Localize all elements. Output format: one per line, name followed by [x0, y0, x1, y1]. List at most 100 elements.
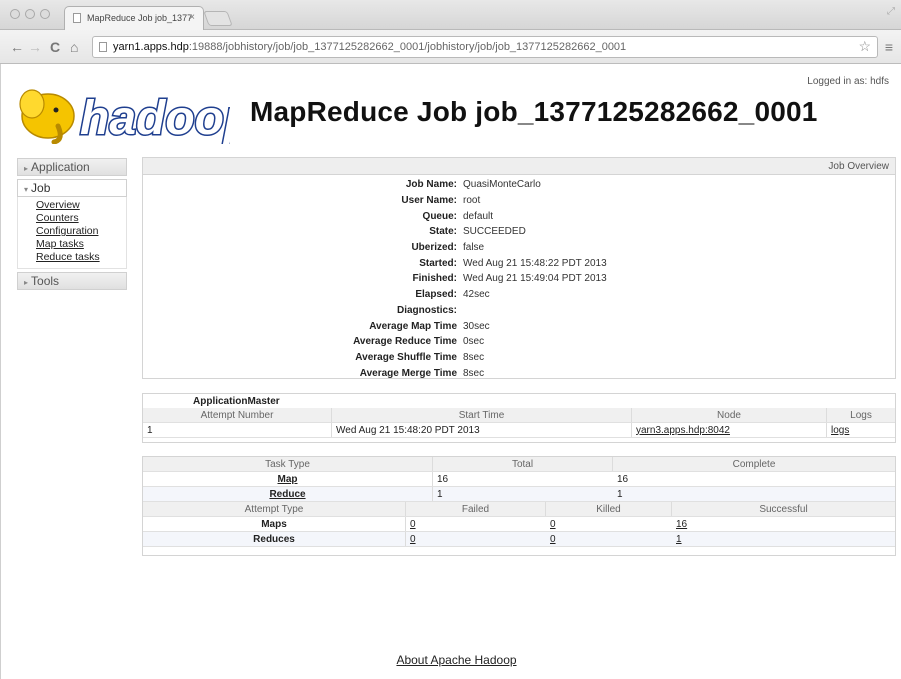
job-overview-rows: Job Name: QuasiMonteCarlo User Name: root … [143, 175, 895, 381]
zoom-window-button[interactable] [40, 9, 50, 19]
link-overview[interactable]: Overview [36, 199, 126, 212]
fullscreen-icon[interactable]: ⤢ [887, 6, 895, 17]
menu-icon[interactable]: ≡ [885, 39, 893, 55]
logs-link[interactable]: logs [831, 425, 849, 436]
link-configuration[interactable]: Configuration [36, 225, 126, 238]
logo-wordmark: hadoop [80, 92, 230, 144]
job-links: Overview Counters Configuration Map task… [17, 197, 127, 269]
home-icon[interactable]: ⌂ [70, 39, 78, 55]
close-tab-icon[interactable]: × [189, 12, 195, 23]
url-path: :19888/jobhistory/job/job_1377125282662_… [188, 41, 627, 53]
total-value: 1 [437, 488, 443, 500]
column-header: Successful [759, 503, 808, 515]
map-link[interactable]: Map [278, 474, 298, 485]
column-header[interactable]: Node [632, 408, 827, 422]
overview-row: Uberized: false [143, 240, 895, 256]
column-header[interactable]: Logs [827, 408, 895, 422]
attempt-number: 1 [143, 423, 332, 437]
window-edge [0, 64, 1, 679]
link-map-tasks[interactable]: Map tasks [36, 238, 126, 251]
reduce-link[interactable]: Reduce [269, 489, 305, 500]
back-icon[interactable]: ← [10, 39, 24, 55]
table-header-row: Task Type Total Complete [143, 457, 895, 472]
overview-value: Wed Aug 21 15:49:04 PDT 2013 [463, 273, 607, 285]
sidebar-item-job[interactable]: ▾ Job [17, 179, 127, 197]
about-hadoop-link[interactable]: About Apache Hadoop [396, 653, 516, 667]
overview-value: default [463, 210, 494, 222]
killed-link[interactable]: 0 [550, 519, 556, 530]
overview-value: 42sec [463, 289, 490, 301]
node-link: yarn3.apps.hdp:8042 [632, 423, 827, 437]
overview-key: Job Name: [405, 179, 457, 191]
overview-key: Queue: [422, 210, 457, 222]
complete-value: 1 [617, 488, 623, 500]
table-header-row: Attempt Number Start Time Node Logs [143, 408, 895, 423]
column-header[interactable]: Start Time [332, 408, 632, 422]
column-header: Task Type [143, 457, 433, 471]
logs-cell: logs [827, 423, 895, 437]
overview-row: Finished: Wed Aug 21 15:49:04 PDT 2013 [143, 271, 895, 287]
minimize-window-button[interactable] [25, 9, 35, 19]
successful-link[interactable]: 1 [676, 534, 682, 545]
sidebar-item-application[interactable]: ▸ Application [17, 158, 127, 176]
overview-row: Job Name: QuasiMonteCarlo [143, 177, 895, 193]
killed-link[interactable]: 0 [550, 534, 556, 545]
sidebar-item-tools[interactable]: ▸ Tools [17, 272, 127, 290]
browser-toolbar: ← → C ⌂ yarn1.apps.hdp:19888/jobhistory/… [0, 30, 901, 64]
overview-value: 30sec [463, 320, 490, 332]
failed-link[interactable]: 0 [410, 534, 416, 545]
link-reduce-tasks[interactable]: Reduce tasks [36, 251, 126, 264]
complete-value: 16 [617, 473, 629, 485]
overview-row: Queue: default [143, 208, 895, 224]
link-counters[interactable]: Counters [36, 212, 126, 225]
overview-key: Average Map Time [369, 320, 457, 332]
window-controls[interactable] [10, 9, 50, 19]
overview-key: User Name: [401, 195, 457, 207]
overview-key: Started: [419, 257, 457, 269]
overview-value: root [463, 195, 481, 207]
browser-tab[interactable]: MapReduce Job job_1377 × [64, 6, 204, 30]
column-header: Failed [406, 502, 546, 516]
overview-key: Average Shuffle Time [355, 351, 457, 363]
footer: About Apache Hadoop [0, 651, 901, 669]
failed-cell: 0 [406, 517, 546, 531]
table-row: Reduce 1 1 [143, 487, 895, 502]
total-value: 16 [437, 473, 449, 485]
address-bar[interactable]: yarn1.apps.hdp:19888/jobhistory/job/job_… [92, 36, 878, 58]
overview-key: Diagnostics: [396, 304, 457, 316]
new-tab-button[interactable] [203, 11, 233, 26]
column-header: Attempt Type [143, 502, 406, 516]
page-icon [73, 13, 81, 23]
overview-key: Average Reduce Time [353, 336, 457, 348]
job-overview-heading: Job Overview [143, 158, 895, 175]
overview-value: 8sec [463, 367, 485, 379]
overview-row: Average Map Time 30sec [143, 318, 895, 334]
job-overview-panel: Job Overview Job Name: QuasiMonteCarlo Us… [142, 157, 896, 379]
total-cell: 1 [433, 487, 613, 501]
complete-cell: 16 [613, 472, 895, 486]
bookmark-star-icon[interactable]: ☆ [858, 38, 871, 55]
table-row: Map 16 16 [143, 472, 895, 487]
column-header: Total [433, 457, 613, 471]
logged-in-label: Logged in as: hdfs [807, 76, 889, 87]
successful-cell: 16 [672, 517, 895, 531]
node-link-text[interactable]: yarn3.apps.hdp:8042 [636, 425, 730, 436]
table-row: 1 Wed Aug 21 15:48:20 PDT 2013 yarn3.app… [143, 423, 895, 438]
successful-link[interactable]: 16 [676, 519, 687, 530]
killed-cell: 0 [546, 532, 672, 546]
overview-row: User Name: root [143, 193, 895, 209]
sidebar-item-label: Application [31, 160, 90, 174]
attempt-type: Maps [143, 517, 406, 531]
hadoop-logo[interactable]: hadoop [18, 82, 230, 144]
close-window-button[interactable] [10, 9, 20, 19]
failed-link[interactable]: 0 [410, 519, 416, 530]
column-header[interactable]: Attempt Number [143, 408, 332, 422]
chevron-right-icon: ▸ [24, 164, 29, 173]
application-master-title: ApplicationMaster [193, 396, 280, 407]
reload-icon[interactable]: C [50, 39, 60, 55]
overview-row: Started: Wed Aug 21 15:48:22 PDT 2013 [143, 255, 895, 271]
overview-value: SUCCEEDED [463, 226, 526, 238]
page-icon [99, 42, 107, 52]
browser-tab-bar: MapReduce Job job_1377 × ⤢ [0, 0, 901, 30]
forward-icon[interactable]: → [28, 39, 42, 55]
